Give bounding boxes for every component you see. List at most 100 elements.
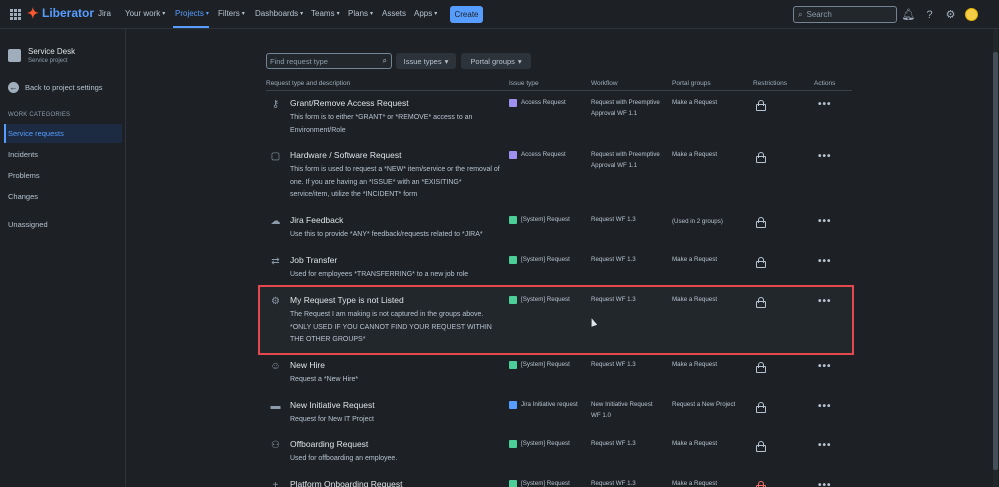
table-row[interactable]: ⚇ Offboarding Request Used for offboardi… [266,434,852,474]
table-row[interactable]: ☺ New Hire Request a *New Hire* [System]… [266,355,852,395]
brand-name: Liberator [42,6,95,20]
nav-teams[interactable]: Teams ▾ [311,9,340,18]
avatar[interactable] [965,8,978,21]
nav-your-work[interactable]: Your work ▾ [125,9,165,18]
nav-plans[interactable]: Plans ▾ [348,9,373,18]
lock-icon[interactable] [756,402,766,413]
portal-group: Make a Request [672,440,718,447]
sidebar-item-unassigned[interactable]: Unassigned [4,215,122,234]
more-actions-icon[interactable]: ••• [818,440,832,451]
initiative-icon: ▬ [270,401,281,412]
header-restrictions: Restrictions [753,80,787,87]
portal-group: Make a Request [672,151,718,158]
issue-type: Jira Initiative request [509,400,579,410]
initiative-type-icon [509,401,517,409]
lock-icon[interactable] [756,297,766,308]
notifications-icon[interactable]: 🔔︎ [902,8,916,21]
more-actions-icon[interactable]: ••• [818,256,832,267]
lock-icon[interactable] [756,152,766,163]
header-actions: Actions [814,80,836,87]
table-row[interactable]: ▬ New Initiative Request Request for New… [266,395,852,435]
project-type: Service project [28,58,68,64]
request-type-title[interactable]: Job Transfer [290,255,337,265]
scrollbar-thumb[interactable] [993,52,998,470]
hardware-icon: ▢ [270,151,281,162]
project-name: Service Desk [28,47,76,56]
more-actions-icon[interactable]: ••• [818,216,832,227]
lock-icon[interactable] [756,257,766,268]
workflow: Request with Preemptive Approval WF 1.1 [591,151,660,169]
table-row[interactable]: ▢ Hardware / Software Request This form … [266,145,852,210]
search-icon: ⌕ [798,9,803,19]
create-button[interactable]: Create [450,6,483,23]
sidebar-item-changes[interactable]: Changes [4,187,122,206]
liberator-logo[interactable]: ✦ Liberator [27,6,94,20]
top-navigation: ✦ Liberator Jira Your work ▾ Projects ▾ Fil… [0,0,999,29]
workflow: Request WF 1.3 [591,480,636,487]
app-switcher-icon[interactable] [10,9,21,20]
request-type-title[interactable]: Hardware / Software Request [290,150,402,160]
more-actions-icon[interactable]: ••• [818,296,832,307]
back-to-settings-link[interactable]: ← Back to project settings [8,82,103,93]
request-type-description: Used for employees *TRANSFERRING* to a n… [290,271,469,278]
request-type-title[interactable]: New Initiative Request [290,400,375,410]
header-issue-type: Issue type [509,80,539,87]
chevron-down-icon: ▾ [370,11,374,17]
lock-icon[interactable] [756,362,766,373]
workflow: Request WF 1.3 [591,361,636,368]
table-row-highlighted[interactable]: ⚙ My Request Type is not Listed The Requ… [266,290,852,352]
lock-icon[interactable] [756,441,766,452]
sidebar-item-problems[interactable]: Problems [4,166,122,185]
access-key-icon: ⚷ [271,99,280,110]
global-search-input[interactable]: ⌕ Search [793,6,897,23]
chevron-down-icon: ▾ [444,56,449,66]
more-actions-icon[interactable]: ••• [818,401,832,412]
find-request-type-input[interactable]: Find request type ⌕ [266,53,392,69]
search-icon: ⌕ [382,56,387,65]
help-icon[interactable]: ? [923,8,936,21]
table-row[interactable]: ☁ Jira Feedback Use this to provide *ANY… [266,210,852,250]
issue-types-dropdown[interactable]: Issue types ▾ [396,53,456,69]
section-heading: WORK CATEGORIES [8,112,71,118]
request-type-description: This form is to either *GRANT* or *REMOV… [290,114,473,134]
request-icon [509,296,517,304]
request-type-title[interactable]: Offboarding Request [290,439,368,449]
portal-groups-dropdown[interactable]: Portal groups ▾ [461,53,531,69]
more-actions-icon[interactable]: ••• [818,480,832,487]
portal-group: Make a Request [672,99,718,106]
table-row[interactable]: + Platform Onboarding Request [System] R… [266,474,852,487]
issue-type: [System] Request [509,360,579,370]
request-icon [509,480,517,487]
workflow: Request with Preemptive Approval WF 1.1 [591,99,660,117]
settings-icon[interactable]: ⚙ [944,8,957,21]
more-actions-icon[interactable]: ••• [818,99,832,110]
nav-projects[interactable]: Projects ▾ [175,9,209,18]
chevron-down-icon: ▾ [517,56,522,66]
sidebar-item-service-requests[interactable]: Service requests [4,124,122,143]
table-row[interactable]: ⇄ Job Transfer Used for employees *TRANS… [266,250,852,290]
sidebar-item-incidents[interactable]: Incidents [4,145,122,164]
lock-icon[interactable] [756,217,766,228]
nav-apps[interactable]: Apps ▾ [414,9,437,18]
workflow: Request WF 1.3 [591,440,636,447]
lock-icon[interactable] [756,100,766,111]
request-type-title[interactable]: Grant/Remove Access Request [290,98,409,108]
request-type-title[interactable]: Platform Onboarding Request [290,479,402,487]
table-row[interactable]: ⚷ Grant/Remove Access Request This form … [266,93,852,145]
nav-filters[interactable]: Filters ▾ [218,9,245,18]
request-icon [509,361,517,369]
access-request-icon [509,99,517,107]
request-type-title[interactable]: Jira Feedback [290,215,343,225]
workflow: New Initiative Request WF 1.0 [591,401,653,419]
header-divider [266,90,852,91]
more-actions-icon[interactable]: ••• [818,151,832,162]
lock-icon[interactable] [756,481,766,487]
nav-jira[interactable]: Jira [98,9,111,18]
more-actions-icon[interactable]: ••• [818,361,832,372]
issue-type: [System] Request [509,215,579,225]
nav-dashboards[interactable]: Dashboards ▾ [255,9,303,18]
nav-assets[interactable]: Assets [382,9,406,18]
chevron-down-icon: ▾ [162,11,166,17]
request-type-title[interactable]: New Hire [290,360,325,370]
request-type-title[interactable]: My Request Type is not Listed [290,295,404,305]
